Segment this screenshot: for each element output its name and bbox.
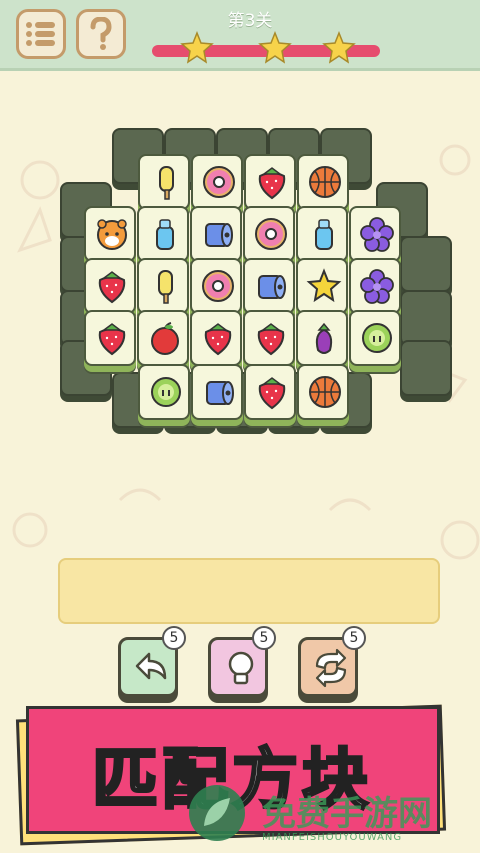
bottle-icon xyxy=(315,219,333,250)
lightbulb-icon xyxy=(228,651,254,685)
watermark-logo-icon xyxy=(189,785,245,841)
covered-tile xyxy=(400,236,452,292)
basketball-icon xyxy=(309,376,341,408)
tile-bottle[interactable] xyxy=(137,206,189,262)
basketball-icon xyxy=(309,166,341,198)
popsicle-icon xyxy=(159,166,174,200)
donut-icon xyxy=(203,166,235,198)
toilet-paper-icon xyxy=(205,223,233,247)
donut-icon xyxy=(255,218,287,250)
tile-donut[interactable] xyxy=(191,154,243,210)
tile-flower[interactable] xyxy=(349,258,401,314)
watermark-text: 免费手游网 xyxy=(262,794,432,834)
eggplant-icon xyxy=(315,322,333,354)
bottle-icon xyxy=(156,219,174,250)
tile-apple[interactable] xyxy=(137,310,189,366)
tile-eggplant[interactable] xyxy=(296,310,348,366)
popsicle-icon xyxy=(158,270,173,304)
tile-tray xyxy=(58,558,440,624)
toilet-paper-icon xyxy=(206,381,234,405)
strawberry-icon xyxy=(98,271,126,304)
strawberry-icon xyxy=(258,377,286,410)
apple-icon xyxy=(151,322,179,355)
tile-basketball[interactable] xyxy=(297,154,349,210)
tile-popsicle[interactable] xyxy=(138,154,190,210)
tile-tiger[interactable] xyxy=(84,206,136,262)
flower-icon xyxy=(360,269,394,304)
shuffle-count-badge: 5 xyxy=(342,626,366,650)
tile-strawberry[interactable] xyxy=(84,310,136,366)
tile-star[interactable] xyxy=(296,258,348,314)
strawberry-icon xyxy=(98,323,126,356)
tile-durian[interactable] xyxy=(138,364,190,420)
tile-toilet-paper[interactable] xyxy=(191,364,243,420)
durian-icon xyxy=(151,377,181,407)
tile-donut[interactable] xyxy=(190,258,242,314)
tile-flower[interactable] xyxy=(349,206,401,262)
tile-popsicle[interactable] xyxy=(137,258,189,314)
shuffle-icon xyxy=(315,648,347,688)
hint-count-badge: 5 xyxy=(252,626,276,650)
undo-arrow-icon xyxy=(135,652,167,680)
star-icon xyxy=(306,268,342,303)
strawberry-icon xyxy=(204,323,232,356)
tiger-icon xyxy=(97,219,127,250)
donut-icon xyxy=(202,270,234,302)
tile-bottle[interactable] xyxy=(296,206,348,262)
tile-strawberry[interactable] xyxy=(243,310,295,366)
durian-icon xyxy=(362,323,392,353)
strawberry-icon xyxy=(257,323,285,356)
tile-durian[interactable] xyxy=(349,310,401,366)
flower-icon xyxy=(360,217,394,252)
undo-count-badge: 5 xyxy=(162,626,186,650)
covered-tile xyxy=(400,290,452,346)
tile-strawberry[interactable] xyxy=(244,364,296,420)
tile-strawberry[interactable] xyxy=(244,154,296,210)
strawberry-icon xyxy=(258,167,286,200)
toilet-paper-icon xyxy=(258,275,286,299)
tile-toilet-paper[interactable] xyxy=(243,258,295,314)
tile-donut[interactable] xyxy=(243,206,295,262)
tile-strawberry[interactable] xyxy=(190,310,242,366)
tile-strawberry[interactable] xyxy=(84,258,136,314)
tile-toilet-paper[interactable] xyxy=(190,206,242,262)
covered-tile xyxy=(400,340,452,396)
tile-basketball[interactable] xyxy=(297,364,349,420)
tile-board xyxy=(0,0,480,460)
watermark-subtext: MIANFEISHOUYOUWANG xyxy=(262,832,403,843)
